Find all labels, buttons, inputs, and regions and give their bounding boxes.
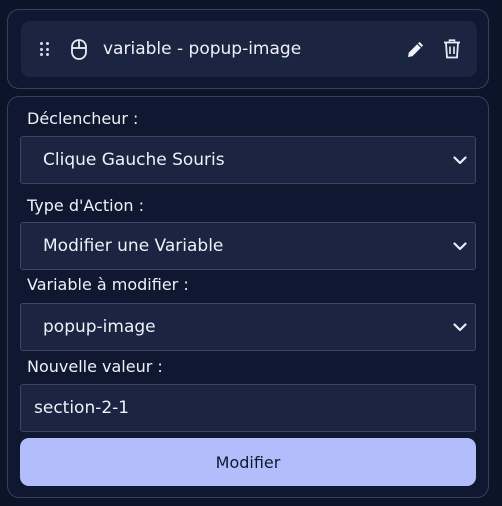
trigger-select-value: Clique Gauche Souris [43, 150, 225, 170]
variable-label: Variable à modifier : [27, 275, 189, 294]
modify-button[interactable]: Modifier [20, 438, 476, 486]
drag-handle-icon[interactable] [40, 42, 50, 56]
action-type-select-value: Modifier une Variable [43, 236, 224, 256]
action-title: variable - popup-image [103, 39, 302, 59]
chevron-down-icon [452, 319, 468, 335]
chevron-down-icon [452, 238, 468, 254]
action-header-card: variable - popup-image [7, 9, 489, 89]
trigger-label: Déclencheur : [27, 109, 139, 128]
trash-icon[interactable] [441, 38, 463, 60]
trigger-select[interactable]: Clique Gauche Souris [20, 136, 476, 184]
mouse-icon [71, 38, 89, 60]
chevron-down-icon [452, 152, 468, 168]
new-value-input[interactable] [20, 384, 476, 432]
variable-select[interactable]: popup-image [20, 303, 476, 351]
action-form: Déclencheur : Clique Gauche Souris Type … [7, 96, 489, 498]
action-header-row[interactable]: variable - popup-image [21, 21, 477, 77]
new-value-label: Nouvelle valeur : [27, 357, 163, 376]
variable-select-value: popup-image [43, 317, 156, 337]
action-type-label: Type d'Action : [27, 196, 144, 215]
pencil-icon[interactable] [405, 38, 427, 60]
action-type-select[interactable]: Modifier une Variable [20, 222, 476, 270]
